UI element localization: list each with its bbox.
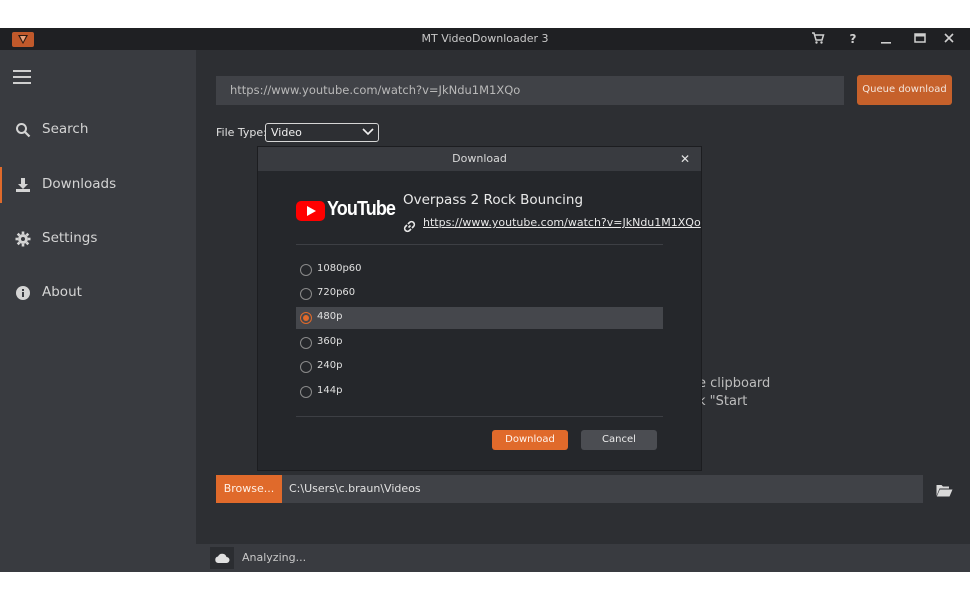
close-icon[interactable] (942, 31, 958, 47)
video-title: Overpass 2 Rock Bouncing (403, 192, 584, 208)
output-path-input[interactable]: C:\Users\c.braun\Videos (282, 475, 923, 503)
download-button[interactable]: Download (492, 430, 568, 450)
queue-download-button[interactable]: Queue download (857, 75, 952, 105)
youtube-wordmark: YouTube (327, 198, 396, 220)
info-icon (15, 285, 31, 301)
download-dialog: Download ✕ YouTube Overpass 2 Rock Bounc… (258, 147, 701, 470)
file-type-select[interactable]: Video (265, 123, 379, 142)
browse-button[interactable]: Browse... (216, 475, 282, 503)
sidebar-item-label: Settings (42, 230, 98, 246)
folder-open-icon[interactable] (936, 482, 953, 497)
radio-button[interactable] (300, 264, 312, 276)
hint-text: e clipboard (698, 376, 771, 391)
cancel-button[interactable]: Cancel (581, 430, 657, 450)
radio-button-selected[interactable] (300, 312, 312, 324)
quality-option-selected[interactable]: 480p (296, 307, 663, 329)
sidebar: Search Downloads Settings About (0, 50, 196, 572)
download-icon (15, 177, 31, 193)
radio-button[interactable] (300, 288, 312, 300)
divider (296, 244, 663, 245)
quality-label: 720p60 (317, 287, 356, 298)
maximize-icon[interactable] (913, 31, 929, 47)
minimize-icon[interactable] (879, 31, 895, 47)
sidebar-item-label: Search (42, 121, 89, 137)
youtube-logo: YouTube (296, 198, 396, 224)
link-icon (403, 218, 416, 233)
sidebar-item-label: About (42, 284, 82, 300)
close-icon[interactable]: ✕ (680, 152, 690, 166)
help-icon[interactable]: ? (845, 31, 861, 47)
file-type-label: File Type: (216, 126, 267, 139)
title-bar: MT VideoDownloader 3 ? (0, 28, 970, 50)
quality-option[interactable]: 240p (296, 356, 663, 378)
file-type-value: Video (271, 126, 302, 139)
url-input[interactable]: https://www.youtube.com/watch?v=JkNdu1M1… (216, 76, 844, 105)
sidebar-item-search[interactable]: Search (0, 110, 196, 150)
video-url-link[interactable]: https://www.youtube.com/watch?v=JkNdu1M1… (423, 216, 701, 229)
menu-icon[interactable] (13, 70, 31, 84)
status-bar: Analyzing... (0, 544, 970, 572)
quality-option[interactable]: 144p (296, 381, 663, 403)
play-icon (296, 201, 325, 221)
status-text: Analyzing... (242, 551, 307, 564)
quality-option[interactable]: 1080p60 (296, 259, 663, 281)
quality-label: 240p (317, 360, 343, 371)
quality-option[interactable]: 720p60 (296, 283, 663, 305)
quality-label: 1080p60 (317, 263, 362, 274)
sidebar-item-label: Downloads (42, 176, 117, 192)
chevron-down-icon (362, 128, 374, 136)
quality-label: 144p (317, 385, 343, 396)
radio-button[interactable] (300, 337, 312, 349)
radio-button[interactable] (300, 361, 312, 373)
quality-option[interactable]: 360p (296, 332, 663, 354)
quality-label: 480p (317, 311, 343, 322)
sidebar-item-about[interactable]: About (0, 273, 196, 313)
dialog-title: Download (452, 152, 507, 165)
hint-text: k "Start (698, 394, 748, 409)
gear-icon (15, 231, 31, 247)
divider (296, 416, 663, 417)
sidebar-item-downloads[interactable]: Downloads (0, 165, 196, 205)
quality-label: 360p (317, 336, 343, 347)
sidebar-item-settings[interactable]: Settings (0, 219, 196, 259)
dialog-header: Download ✕ (258, 147, 701, 171)
cart-icon[interactable] (811, 31, 827, 47)
radio-button[interactable] (300, 386, 312, 398)
cloud-icon (210, 547, 234, 569)
search-icon (15, 122, 31, 138)
